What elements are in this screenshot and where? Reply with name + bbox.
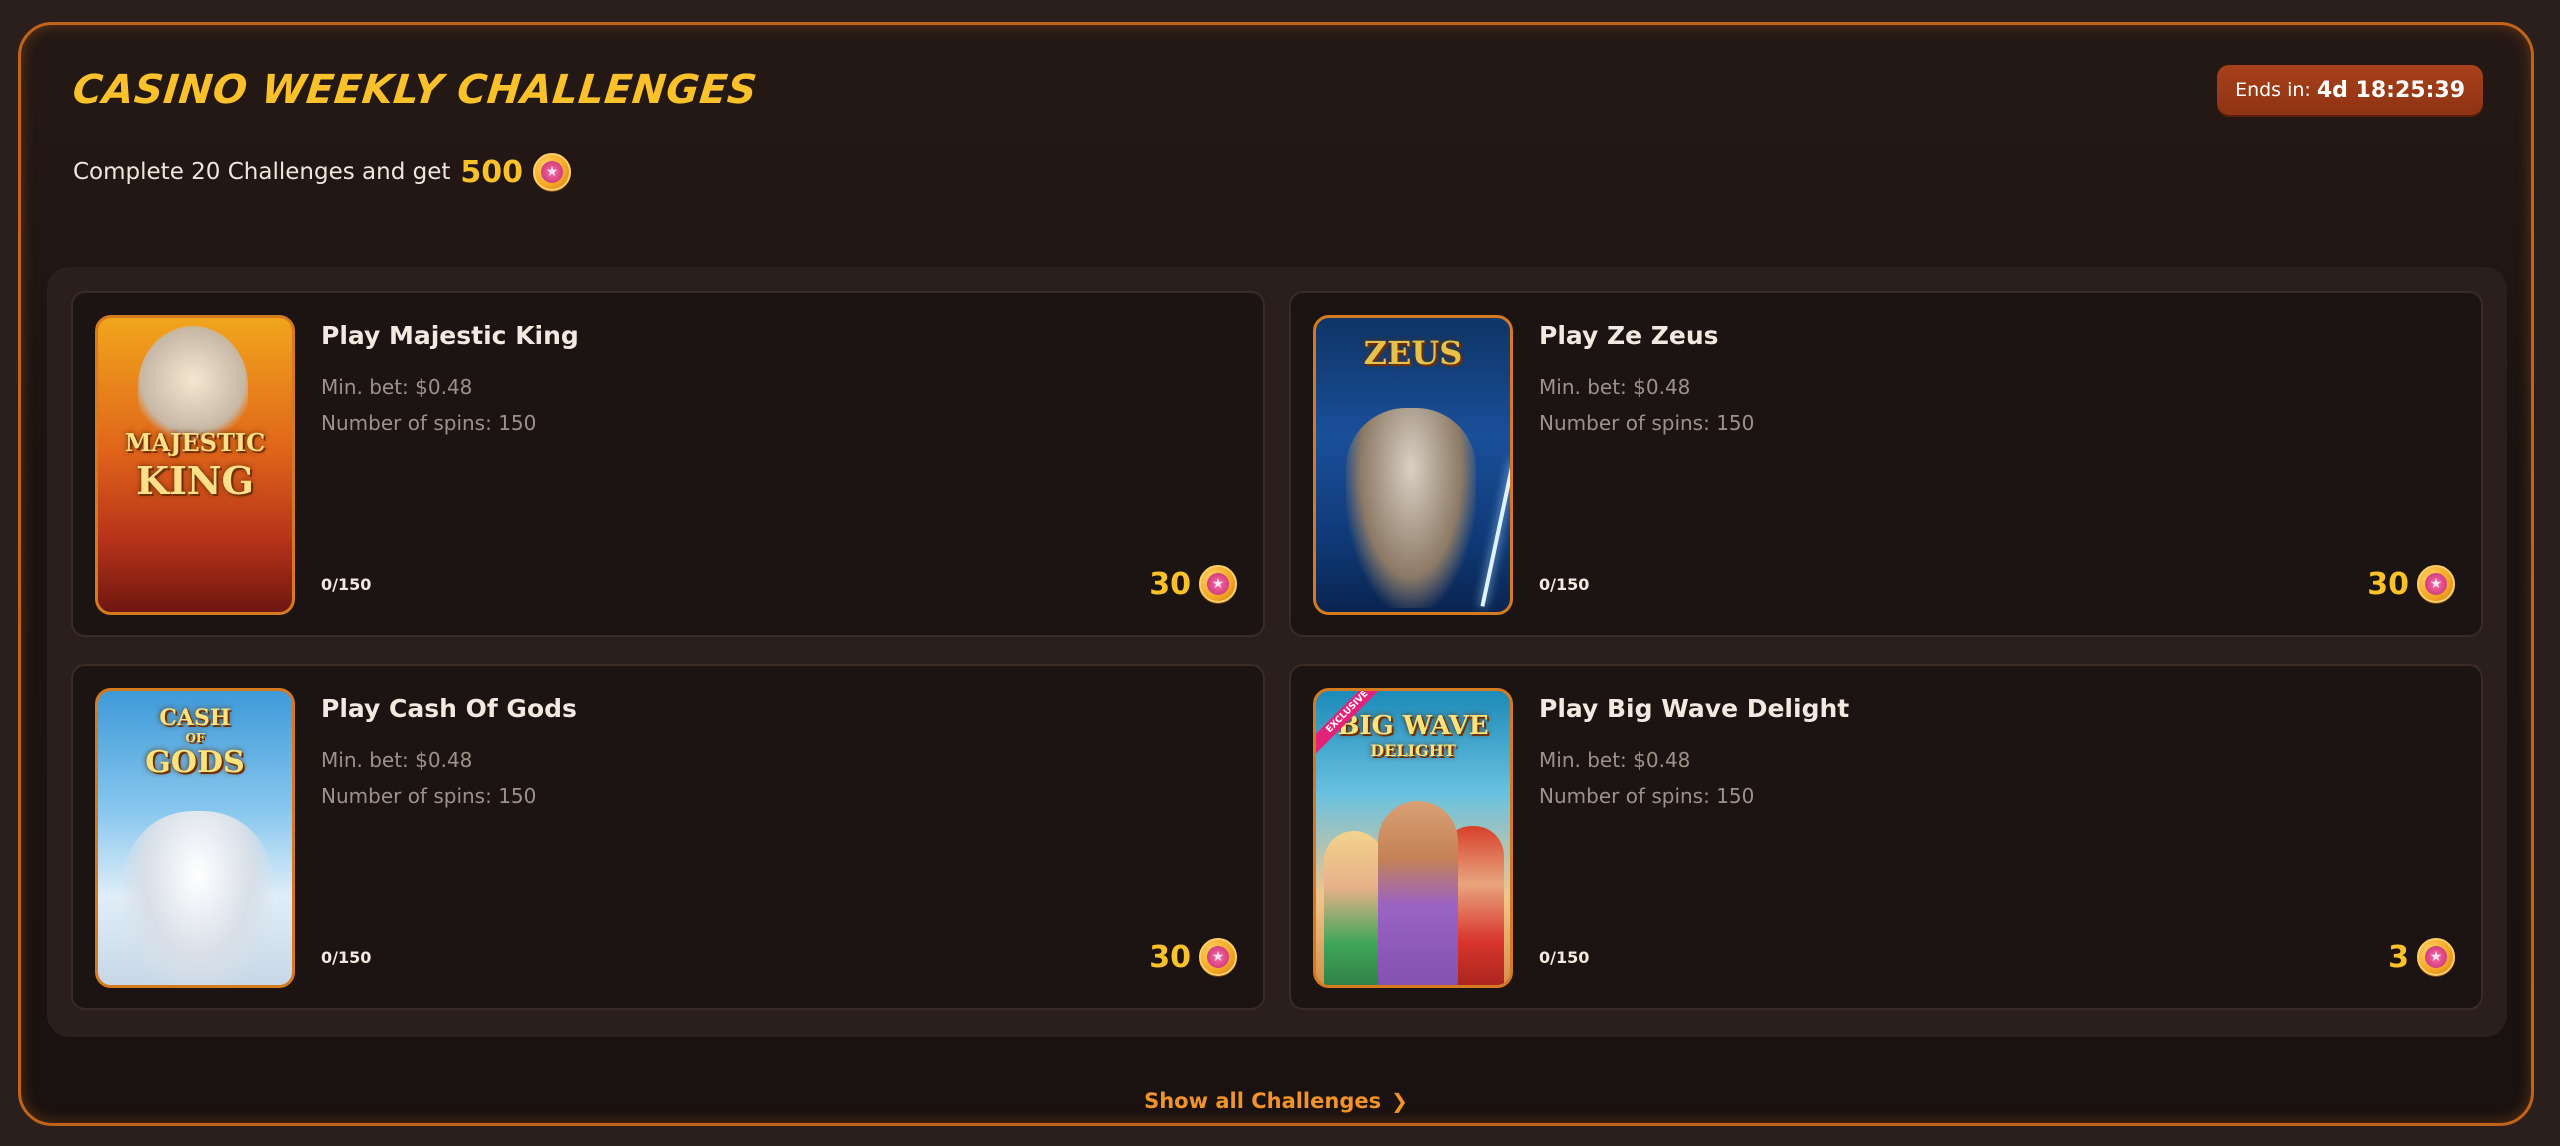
timer-badge: Ends in: 4d 18:25:39 (2217, 65, 2483, 115)
coin-icon: ★ (2417, 938, 2455, 976)
coin-icon: ★ (1199, 565, 1237, 603)
thumb-title-line-1: ZEUS (1363, 334, 1463, 372)
reward-amount: 30 (1149, 939, 1191, 975)
thumb-title-line-1: CASH (159, 705, 231, 731)
challenge-title: Play Big Wave Delight (1539, 694, 1850, 723)
min-bet-text: Min. bet: $0.48 (321, 375, 473, 399)
challenge-title: Play Majestic King (321, 321, 579, 350)
god-figure-image (123, 811, 273, 985)
reward-amount: 3 (2388, 939, 2409, 975)
spins-text: Number of spins: 150 (1539, 784, 1755, 808)
coin-icon: ★ (533, 153, 571, 191)
challenge-reward: 30 ★ (2367, 565, 2455, 603)
challenge-progress: 0/150 (321, 575, 372, 594)
game-thumbnail-big-wave-delight[interactable]: BIG WAVE DELIGHT EXCLUSIVE (1313, 688, 1513, 988)
game-thumbnail-cash-of-gods[interactable]: CASH OF GODS (95, 688, 295, 988)
lightning-bolt-image (1480, 459, 1510, 607)
thumb-title-line-2: OF (185, 731, 205, 745)
challenge-card-majestic-king[interactable]: MAJESTIC KING Play Majestic King Min. be… (71, 291, 1265, 637)
challenge-card-cash-of-gods[interactable]: CASH OF GODS Play Cash Of Gods Min. bet:… (71, 664, 1265, 1010)
thumb-title-line-1: MAJESTIC (124, 428, 266, 457)
challenge-progress: 0/150 (1539, 948, 1590, 967)
challenge-card-ze-zeus[interactable]: ZEUS Play Ze Zeus Min. bet: $0.48 Number… (1289, 291, 2483, 637)
spins-text: Number of spins: 150 (1539, 411, 1755, 435)
min-bet-text: Min. bet: $0.48 (1539, 748, 1691, 772)
challenge-progress: 0/150 (1539, 575, 1590, 594)
min-bet-text: Min. bet: $0.48 (1539, 375, 1691, 399)
chevron-right-icon[interactable]: ❯ (1391, 1089, 1408, 1113)
challenge-reward: 3 ★ (2388, 938, 2455, 976)
thumb-title-line-2: DELIGHT (1370, 741, 1456, 760)
total-reward-amount: 500 (460, 154, 523, 190)
subtitle-text: Complete 20 Challenges and get (73, 159, 451, 185)
thumb-title-line-3: GODS (145, 745, 245, 780)
challenge-reward: 30 ★ (1149, 565, 1237, 603)
challenge-reward: 30 ★ (1149, 938, 1237, 976)
spins-text: Number of spins: 150 (321, 784, 537, 808)
reward-amount: 30 (2367, 566, 2409, 602)
zeus-figure-image (1346, 408, 1476, 608)
page-title: CASINO WEEKLY CHALLENGES (70, 67, 760, 113)
challenges-grid: MAJESTIC KING Play Majestic King Min. be… (47, 267, 2507, 1037)
challenge-title: Play Cash Of Gods (321, 694, 577, 723)
challenge-title: Play Ze Zeus (1539, 321, 1719, 350)
reward-amount: 30 (1149, 566, 1191, 602)
challenge-card-big-wave-delight[interactable]: BIG WAVE DELIGHT EXCLUSIVE Play Big Wave… (1289, 664, 2483, 1010)
timer-label: Ends in: (2235, 79, 2311, 101)
show-all-label[interactable]: Show all Challenges (1144, 1089, 1381, 1113)
subtitle: Complete 20 Challenges and get 500 ★ (73, 153, 571, 191)
timer-value: 4d 18:25:39 (2316, 77, 2465, 103)
weekly-challenges-panel: CASINO WEEKLY CHALLENGES Ends in: 4d 18:… (18, 22, 2534, 1126)
min-bet-text: Min. bet: $0.48 (321, 748, 473, 772)
coin-icon: ★ (1199, 938, 1237, 976)
game-thumbnail-majestic-king[interactable]: MAJESTIC KING (95, 315, 295, 615)
spins-text: Number of spins: 150 (321, 411, 537, 435)
coin-icon: ★ (2417, 565, 2455, 603)
character-left-image (1324, 831, 1384, 985)
character-center-image (1378, 801, 1458, 985)
challenge-progress: 0/150 (321, 948, 372, 967)
show-all-challenges-link[interactable]: Show all Challenges ❯ (21, 1089, 2531, 1113)
thumb-title-line-2: KING (136, 458, 254, 503)
game-thumbnail-ze-zeus[interactable]: ZEUS (1313, 315, 1513, 615)
